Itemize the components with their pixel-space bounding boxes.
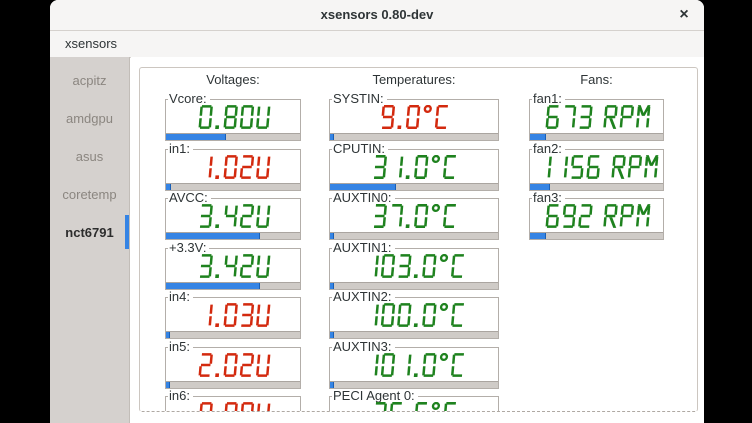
tab-label: acpitz	[73, 73, 107, 88]
sensor-fan2: fan2:	[529, 149, 664, 191]
sensor-value	[370, 402, 458, 412]
sensor-progress-fill	[166, 134, 226, 140]
sensor-progress-bar	[530, 232, 663, 239]
sensor-value	[543, 204, 651, 228]
sensor-in5: in5:	[165, 347, 301, 389]
sidebar-tab-coretemp[interactable]: coretemp	[50, 175, 129, 213]
sensor-in6: in6:	[165, 396, 301, 412]
tab-label: coretemp	[62, 187, 116, 202]
sensor-value-display	[330, 349, 498, 381]
sensor-value-display	[530, 200, 663, 232]
sensor-progress-bar	[330, 282, 498, 289]
sensor-in1: in1:	[165, 149, 301, 191]
sensor-fan1: fan1:	[529, 99, 664, 141]
sensor-progress-bar	[166, 282, 300, 289]
tab-label: asus	[76, 149, 103, 164]
sensor-progress-fill	[530, 233, 546, 239]
sensor-auxtin1: AUXTIN1:	[329, 248, 499, 290]
sensor-progress-bar	[330, 183, 498, 190]
sensor-value-display	[166, 101, 300, 133]
sensor-value	[196, 254, 271, 278]
sensor-value-display	[166, 200, 300, 232]
sidebar-tab-acpitz[interactable]: acpitz	[50, 61, 129, 99]
sensor-value-display	[530, 101, 663, 133]
sensor-progress-bar	[166, 183, 300, 190]
sensor-auxtin2: AUXTIN2:	[329, 297, 499, 339]
sensor-value	[362, 353, 466, 377]
sensor-value	[370, 204, 458, 228]
sidebar-tab-asus[interactable]: asus	[50, 137, 129, 175]
sensor-auxtin0: AUXTIN0:	[329, 198, 499, 240]
sensor-value-display	[166, 250, 300, 282]
sensor-value-display	[330, 101, 498, 133]
sidebar-tab-nct6791[interactable]: nct6791	[50, 213, 129, 251]
selected-tab-indicator	[125, 215, 129, 249]
notebook: acpitz amdgpu asus coretemp nct6791 Voltages…	[50, 57, 704, 423]
sensor-value-display	[166, 299, 300, 331]
sensor-value-display	[330, 200, 498, 232]
tab-label: amdgpu	[66, 111, 113, 126]
sidebar-tab-amdgpu[interactable]: amdgpu	[50, 99, 129, 137]
sensor-value	[378, 105, 450, 129]
sensor-value	[196, 402, 271, 412]
sensor-progress-fill	[330, 134, 334, 140]
sensor-progress-bar	[166, 133, 300, 140]
sensor-progress-fill	[330, 233, 334, 239]
titlebar[interactable]: xsensors 0.80-dev ×	[50, 0, 704, 31]
sensor-value-display	[330, 398, 498, 412]
tab-label: nct6791	[65, 225, 113, 240]
sensor-value	[362, 303, 466, 327]
sensor-in4: in4:	[165, 297, 301, 339]
sensor-value	[196, 303, 271, 327]
sensor-value-display	[166, 398, 300, 412]
sensor-value-display	[166, 349, 300, 381]
content-area: Voltages: Vcore: in1: AVCC: +3.3V: in4: in5: in…	[131, 57, 704, 423]
sensor-progress-fill	[530, 134, 546, 140]
column-header-fans: Fans:	[529, 72, 664, 88]
sensor-progress-bar	[166, 232, 300, 239]
sensor-value-display	[166, 151, 300, 183]
sensor-value-display	[330, 250, 498, 282]
sensor-value	[370, 155, 458, 179]
sensor-value	[362, 254, 466, 278]
column-header-temperatures: Temperatures:	[329, 72, 499, 88]
xsensors-window: xsensors 0.80-dev × xsensors acpitz amdgp…	[50, 0, 704, 423]
column-header-voltages: Voltages:	[165, 72, 301, 88]
sensor-value	[535, 155, 659, 179]
sensor-viewport[interactable]: Voltages: Vcore: in1: AVCC: +3.3V: in4: in5: in…	[139, 67, 698, 412]
sensor-vcore: Vcore:	[165, 99, 301, 141]
sensor-fan3: fan3:	[529, 198, 664, 240]
sensor-auxtin3: AUXTIN3:	[329, 347, 499, 389]
tab-list: acpitz amdgpu asus coretemp nct6791	[50, 57, 130, 423]
sensor-value-display	[330, 151, 498, 183]
sensor-systin: SYSTIN:	[329, 99, 499, 141]
sensor-value-display	[330, 299, 498, 331]
sensor-progress-bar	[530, 183, 663, 190]
sensor-value	[196, 204, 271, 228]
sensor-progress-fill	[166, 233, 260, 239]
sensor-value	[196, 105, 271, 129]
window-title: xsensors 0.80-dev	[50, 0, 704, 30]
sensor-progress-bar	[330, 232, 498, 239]
sensor-+3.3v: +3.3V:	[165, 248, 301, 290]
menu-xsensors[interactable]: xsensors	[56, 31, 126, 56]
menubar: xsensors	[50, 31, 704, 58]
sensor-progress-bar	[330, 331, 498, 338]
sensor-value	[543, 105, 651, 129]
sensor-progress-bar	[166, 331, 300, 338]
sensor-value-display	[530, 151, 663, 183]
sensor-value	[196, 155, 271, 179]
sensor-peci-agent-0: PECI Agent 0:	[329, 396, 499, 412]
sensor-progress-bar	[330, 133, 498, 140]
close-button[interactable]: ×	[672, 3, 696, 27]
sensor-cputin: CPUTIN:	[329, 149, 499, 191]
sensor-progress-bar	[166, 381, 300, 388]
sensor-progress-bar	[330, 381, 498, 388]
sensor-value	[196, 353, 271, 377]
sensor-progress-bar	[530, 133, 663, 140]
sensor-avcc: AVCC:	[165, 198, 301, 240]
sensor-progress-fill	[166, 332, 170, 338]
sensor-progress-fill	[330, 332, 334, 338]
